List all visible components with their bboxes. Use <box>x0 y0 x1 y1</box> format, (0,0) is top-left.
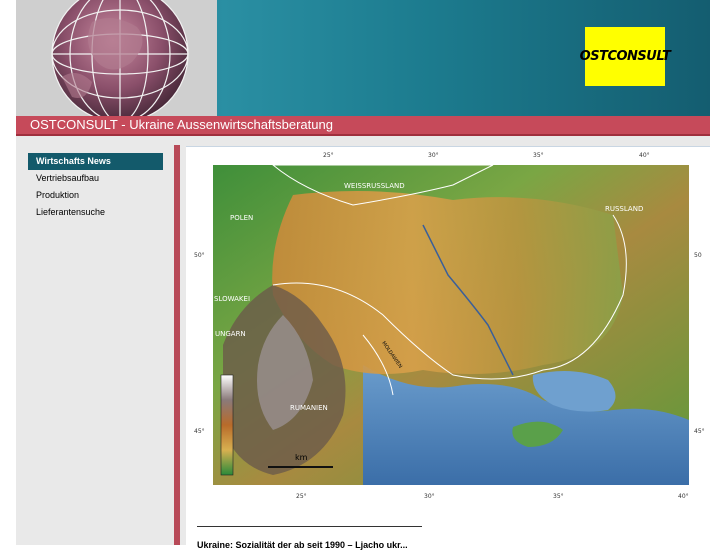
globe-banner <box>16 0 217 116</box>
top-tick-35: 35° <box>533 152 544 159</box>
label-rumanien: RUMANIEN <box>290 404 328 412</box>
title-bar: OSTCONSULT - Ukraine Aussenwirtschaftsbe… <box>16 116 710 136</box>
right-tick-50: 50 <box>694 252 702 259</box>
sidebar-nav: Wirtschafts News Vertriebsaufbau Produkt… <box>28 153 163 221</box>
logo-text: OSTCONSULT <box>579 49 671 64</box>
scale-km: km <box>295 453 308 462</box>
brand-logo[interactable]: OSTCONSULT <box>580 27 671 86</box>
top-tick-25: 25° <box>323 152 334 159</box>
news-headline[interactable]: Ukraine: Sozialität der ab seit 1990 – L… <box>197 540 408 550</box>
ukraine-relief-map <box>213 165 689 485</box>
label-polen: POLEN <box>230 214 254 222</box>
bottom-tick-25: 25° <box>296 493 307 500</box>
site-title: OSTCONSULT - Ukraine Aussenwirtschaftsbe… <box>30 117 333 132</box>
nav-item-produktion[interactable]: Produktion <box>28 187 163 204</box>
label-weissrussland: WEISSRUSSLAND <box>344 182 405 190</box>
bottom-tick-35: 35° <box>553 493 564 500</box>
top-tick-40: 40° <box>639 152 650 159</box>
right-tick-45: 45° <box>694 428 705 435</box>
globe-icon <box>51 0 189 116</box>
top-tick-30: 30° <box>428 152 439 159</box>
nav-item-wirtschafts-news[interactable]: Wirtschafts News <box>28 153 163 170</box>
label-russland: RUSSLAND <box>605 205 644 213</box>
label-ungarn: UNGARN <box>215 330 246 338</box>
nav-item-vertriebsaufbau[interactable]: Vertriebsaufbau <box>28 170 163 187</box>
nav-item-lieferantensuche[interactable]: Lieferantensuche <box>28 204 163 221</box>
sidebar-divider <box>174 145 180 545</box>
left-tick-45: 45° <box>194 428 205 435</box>
site-header: OSTCONSULT <box>16 0 710 116</box>
bottom-tick-40: 40° <box>678 493 689 500</box>
main-content: 25° 30° 35° 40° 50° 45° 50 45° WEISSRUSS… <box>186 146 710 550</box>
bottom-tick-30: 30° <box>424 493 435 500</box>
left-tick-50: 50° <box>194 252 205 259</box>
label-slowakei: SLOWAKEI <box>214 295 251 303</box>
content-divider <box>197 526 422 527</box>
